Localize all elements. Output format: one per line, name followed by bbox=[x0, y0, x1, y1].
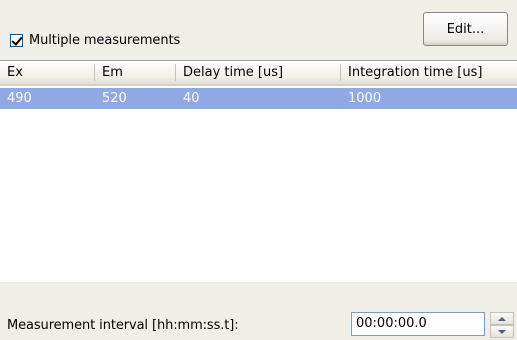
spin-up-button[interactable] bbox=[490, 312, 514, 325]
arrow-down-icon bbox=[498, 329, 506, 334]
check-mark-icon bbox=[11, 33, 23, 46]
spin-down-button[interactable] bbox=[490, 325, 514, 338]
interval-spinner[interactable] bbox=[490, 312, 514, 338]
column-header-integration-time[interactable]: Integration time [us] bbox=[341, 61, 517, 84]
column-header-delay-time[interactable]: Delay time [us] bbox=[176, 61, 340, 84]
cell-integration-time: 1000 bbox=[348, 91, 382, 106]
multiple-measurements-checkbox[interactable] bbox=[10, 33, 23, 47]
measurement-settings-panel: Multiple measurements Edit... Ex Em Dela… bbox=[0, 0, 517, 340]
cell-delay-time: 40 bbox=[183, 91, 200, 106]
edit-button[interactable]: Edit... bbox=[423, 12, 508, 46]
measurement-interval-input[interactable]: 00:00:00.0 bbox=[351, 312, 485, 336]
column-header-ex[interactable]: Ex bbox=[0, 61, 94, 84]
measurements-list[interactable]: Ex Em Delay time [us] Integration time [… bbox=[0, 60, 517, 282]
list-header: Ex Em Delay time [us] Integration time [… bbox=[0, 61, 517, 86]
table-row[interactable]: 490 520 40 1000 bbox=[0, 88, 517, 109]
arrow-up-icon bbox=[498, 316, 506, 321]
column-header-em[interactable]: Em bbox=[95, 61, 175, 84]
multiple-measurements-label: Multiple measurements bbox=[29, 32, 181, 48]
cell-em: 520 bbox=[102, 91, 127, 106]
measurement-interval-label: Measurement interval [hh:mm:ss.t]: bbox=[7, 318, 239, 333]
multiple-measurements-checkbox-row[interactable]: Multiple measurements bbox=[10, 31, 180, 49]
cell-ex: 490 bbox=[7, 91, 32, 106]
